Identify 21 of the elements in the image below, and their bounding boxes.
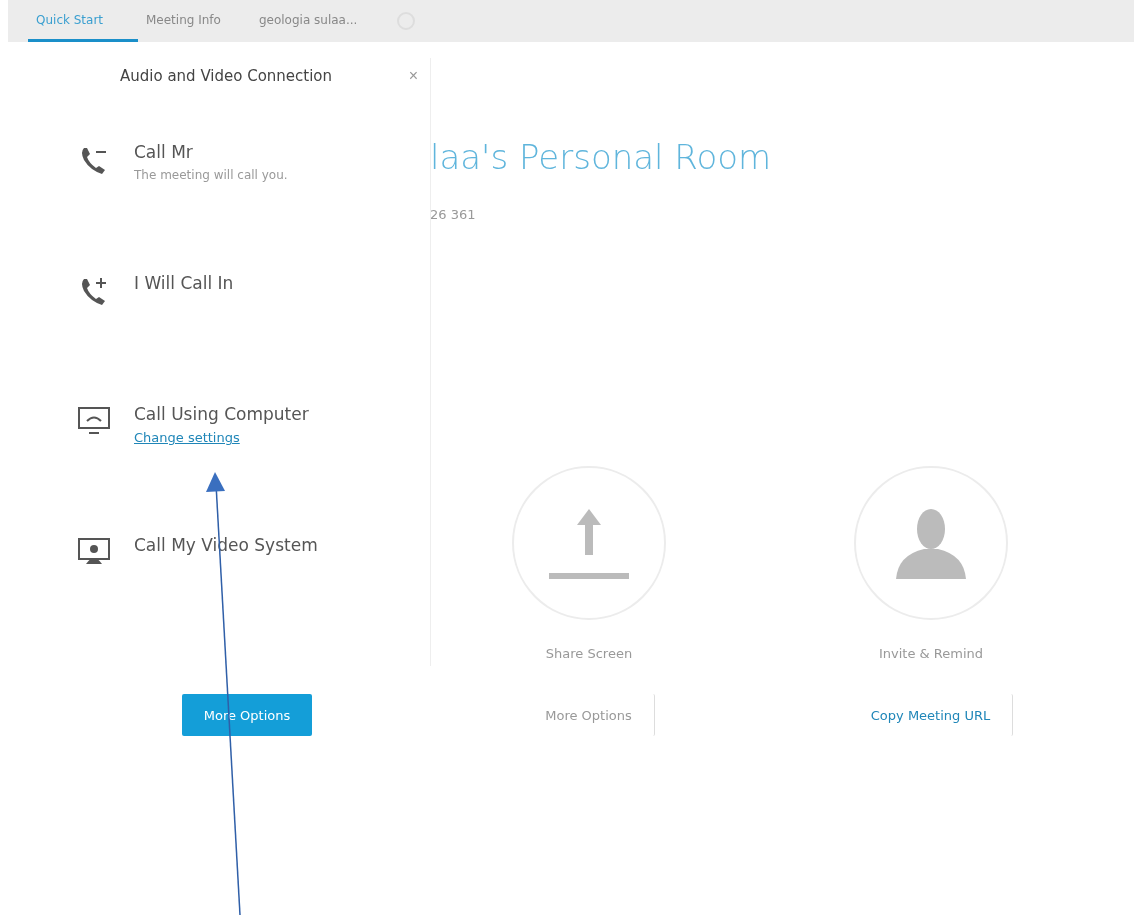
close-button[interactable]: × [408, 67, 418, 85]
tab[interactable]: geologia sulaa... [250, 0, 388, 42]
meeting-number: 26 361 [430, 207, 477, 222]
option-label[interactable]: Call Using Computer [134, 404, 309, 425]
action-label: Share Screen [545, 646, 633, 663]
monitor-icon [78, 406, 110, 437]
room-title: laa's Personal Room [430, 137, 773, 177]
action-circle[interactable] [854, 466, 1008, 620]
tab[interactable]: Quick Start [28, 0, 138, 42]
action-button[interactable]: More Options [523, 694, 655, 736]
action-button[interactable]: Copy Meeting URL [848, 694, 1014, 736]
option-label[interactable]: Call Mr [134, 142, 288, 163]
action-label: Invite & Remind [878, 646, 984, 663]
panel-title: Audio and Video Connection [120, 67, 333, 85]
option-description: The meeting will call you. [134, 168, 288, 183]
settings-link[interactable]: Change settings [134, 430, 309, 446]
action-button[interactable]: More Options [181, 694, 313, 736]
action-circle[interactable] [512, 466, 666, 620]
tab[interactable]: Meeting Info [138, 0, 251, 42]
option-label[interactable]: I Will Call In [134, 273, 234, 294]
person-icon [896, 507, 966, 579]
